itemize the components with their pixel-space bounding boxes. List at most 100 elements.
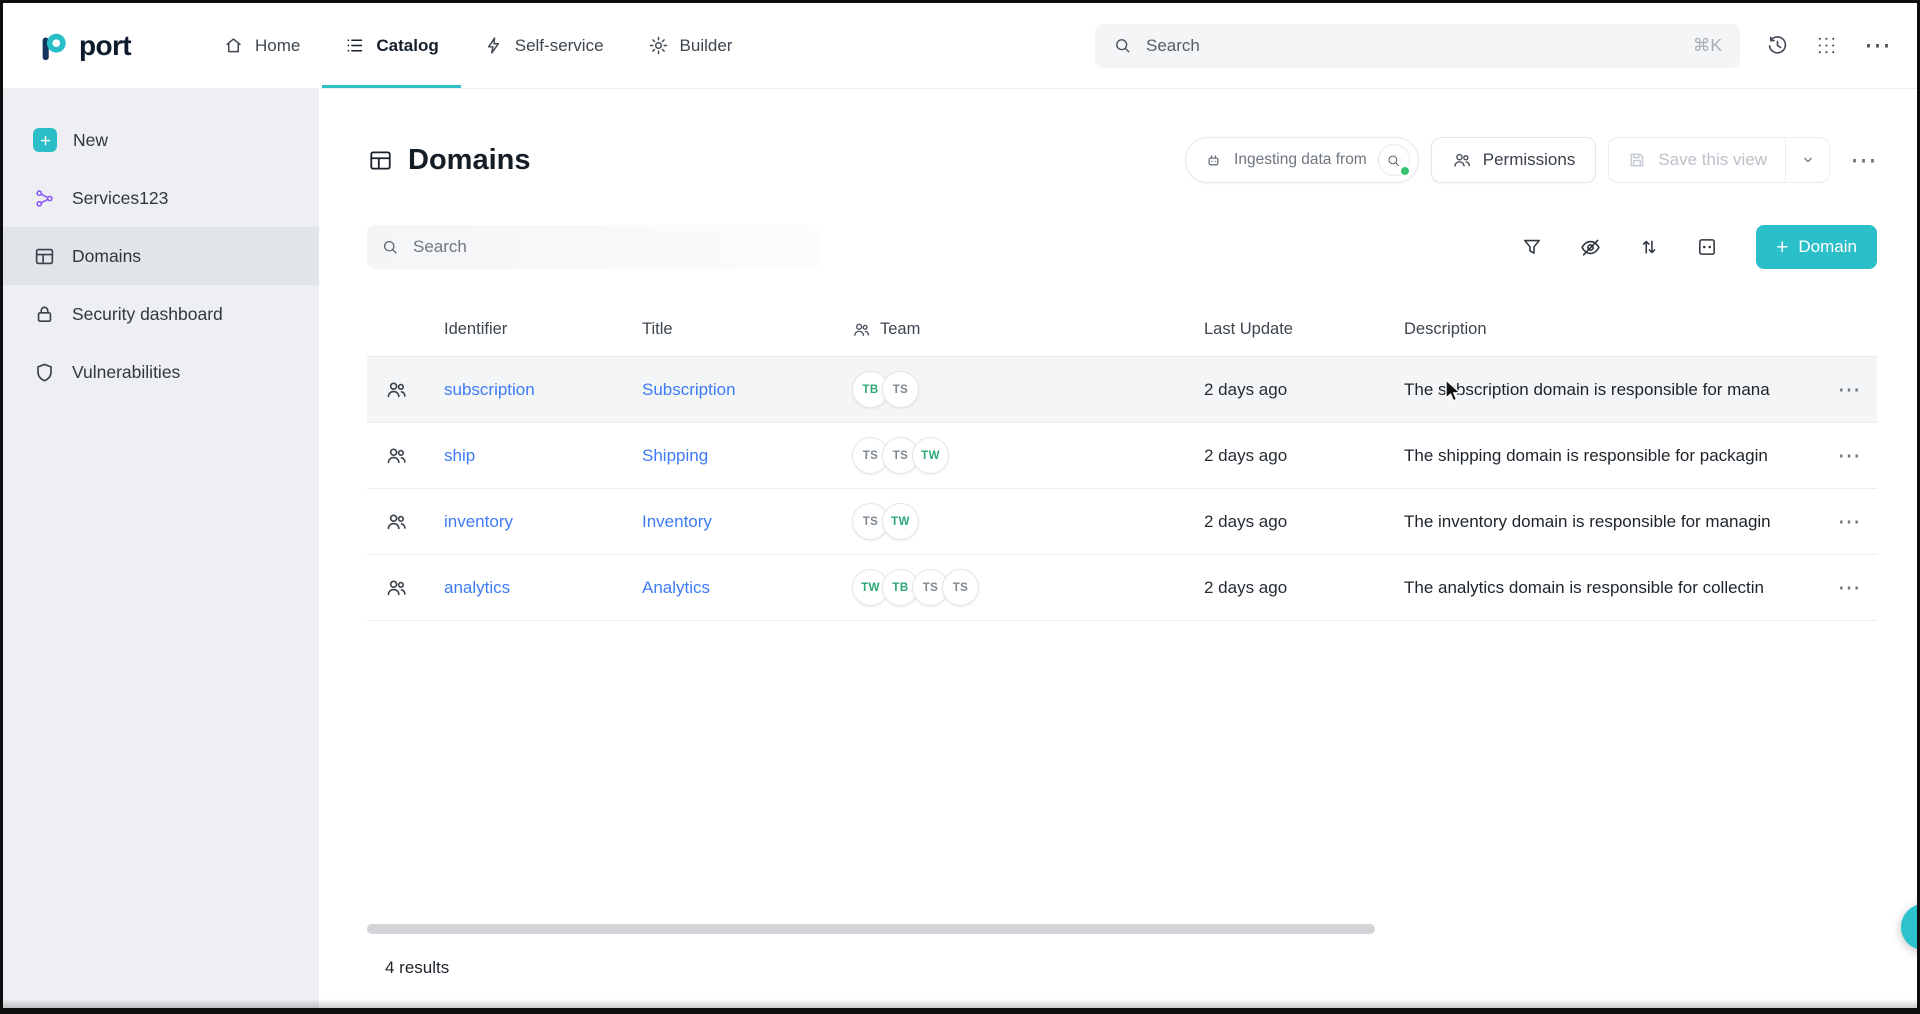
row-more-button[interactable]: ⋯ bbox=[1821, 576, 1877, 599]
brand-wordmark: port bbox=[79, 30, 131, 62]
sidebar-item-domains[interactable]: Domains bbox=[3, 227, 319, 285]
sidebar-item-vulnerabilities[interactable]: Vulnerabilities bbox=[3, 343, 319, 401]
global-search[interactable]: ⌘ K bbox=[1095, 24, 1740, 68]
nav-builder-label: Builder bbox=[680, 36, 733, 56]
save-icon bbox=[1627, 150, 1647, 170]
apps-grid-icon bbox=[1815, 34, 1838, 57]
status-green-dot bbox=[1399, 165, 1411, 177]
group-icon bbox=[1696, 236, 1718, 258]
sidebar-item-label: Security dashboard bbox=[72, 304, 223, 325]
description-cell: The analytics domain is responsible for … bbox=[1404, 578, 1821, 598]
column-header-description[interactable]: Description bbox=[1404, 320, 1821, 339]
domain-icon bbox=[385, 378, 408, 401]
row-more-button[interactable]: ⋯ bbox=[1821, 444, 1877, 467]
nav-home[interactable]: Home bbox=[201, 3, 322, 88]
save-view-group: Save this view bbox=[1608, 137, 1830, 183]
people-icon bbox=[1452, 150, 1472, 170]
title-link[interactable]: Shipping bbox=[642, 446, 708, 465]
ingesting-data-button[interactable]: Ingesting data from bbox=[1185, 137, 1419, 183]
column-header-team[interactable]: Team bbox=[852, 320, 1204, 339]
save-view-dropdown-button[interactable] bbox=[1785, 138, 1829, 182]
results-count: 4 results bbox=[385, 958, 1877, 978]
column-header-last-update[interactable]: Last Update bbox=[1204, 320, 1404, 339]
table-row[interactable]: ship Shipping TS TS TW 2 days ago The sh… bbox=[367, 423, 1877, 489]
table-search[interactable] bbox=[367, 225, 819, 269]
history-button[interactable] bbox=[1766, 34, 1789, 57]
nav-catalog-label: Catalog bbox=[376, 36, 438, 56]
column-header-title[interactable]: Title bbox=[642, 320, 852, 339]
table-icon bbox=[33, 245, 56, 268]
top-navigation: Home Catalog Self-service Builder bbox=[201, 3, 754, 88]
port-logo[interactable]: port bbox=[37, 3, 131, 88]
sort-button[interactable] bbox=[1638, 236, 1660, 258]
filter-icon bbox=[1521, 236, 1543, 258]
sidebar: New Services123 Domains Security dashboa… bbox=[3, 89, 319, 1008]
nav-catalog[interactable]: Catalog bbox=[322, 3, 460, 88]
table-row[interactable]: inventory Inventory TS TW 2 days ago The… bbox=[367, 489, 1877, 555]
row-more-button[interactable]: ⋯ bbox=[1821, 510, 1877, 533]
hide-columns-button[interactable] bbox=[1579, 236, 1602, 259]
domain-icon bbox=[385, 576, 408, 599]
column-header-identifier[interactable]: Identifier bbox=[444, 320, 642, 339]
table-icon bbox=[367, 147, 394, 174]
exporter-status-badge bbox=[1378, 144, 1410, 176]
save-view-button[interactable]: Save this view bbox=[1609, 138, 1785, 182]
last-update-cell: 2 days ago bbox=[1204, 446, 1404, 466]
page-title-text: Domains bbox=[408, 144, 530, 177]
last-update-cell: 2 days ago bbox=[1204, 578, 1404, 598]
nav-self-service[interactable]: Self-service bbox=[461, 3, 626, 88]
identifier-link[interactable]: inventory bbox=[444, 512, 513, 531]
add-domain-button[interactable]: + Domain bbox=[1756, 225, 1877, 269]
global-search-input[interactable] bbox=[1144, 35, 1681, 57]
table-row[interactable]: analytics Analytics TW TB TS TS 2 days a… bbox=[367, 555, 1877, 621]
nav-self-service-label: Self-service bbox=[515, 36, 604, 56]
domain-icon bbox=[385, 444, 408, 467]
domains-table: Identifier Title Team Last Update Descri… bbox=[367, 303, 1877, 621]
catalog-icon bbox=[344, 35, 365, 56]
identifier-link[interactable]: analytics bbox=[444, 578, 510, 597]
horizontal-scrollbar[interactable] bbox=[367, 924, 1375, 934]
content-spacer bbox=[367, 621, 1877, 924]
sidebar-item-services123[interactable]: Services123 bbox=[3, 169, 319, 227]
app-window: port Home Catalog Self-service Builder bbox=[0, 0, 1920, 1014]
avatar[interactable]: TS bbox=[942, 569, 979, 606]
table-header-row: Identifier Title Team Last Update Descri… bbox=[367, 303, 1877, 357]
chevron-down-icon bbox=[1798, 150, 1818, 170]
title-link[interactable]: Subscription bbox=[642, 380, 736, 399]
gear-icon bbox=[648, 35, 669, 56]
avatar[interactable]: TS bbox=[882, 371, 919, 408]
eye-off-icon bbox=[1579, 236, 1602, 259]
team-cell: TS TW bbox=[852, 503, 1204, 540]
table-row[interactable]: subscription Subscription TB TS 2 days a… bbox=[367, 357, 1877, 423]
row-more-button[interactable]: ⋯ bbox=[1821, 378, 1877, 401]
identifier-link[interactable]: subscription bbox=[444, 380, 535, 399]
topbar-more-button[interactable]: ⋯ bbox=[1864, 32, 1891, 59]
services-icon bbox=[33, 187, 56, 210]
avatar[interactable]: TW bbox=[882, 503, 919, 540]
permissions-label: Permissions bbox=[1483, 150, 1576, 170]
avatar[interactable]: TW bbox=[912, 437, 949, 474]
page-title: Domains bbox=[367, 144, 530, 177]
column-header-team-label: Team bbox=[880, 320, 920, 339]
identifier-link[interactable]: ship bbox=[444, 446, 475, 465]
ingesting-data-label: Ingesting data from bbox=[1234, 151, 1367, 169]
history-icon bbox=[1766, 34, 1789, 57]
sidebar-item-label: New bbox=[73, 130, 108, 151]
group-by-button[interactable] bbox=[1696, 236, 1718, 258]
page-more-button[interactable]: ⋯ bbox=[1850, 147, 1877, 174]
sidebar-item-label: Domains bbox=[72, 246, 141, 267]
nav-builder[interactable]: Builder bbox=[626, 3, 755, 88]
team-cell: TS TS TW bbox=[852, 437, 1204, 474]
sidebar-item-security-dashboard[interactable]: Security dashboard bbox=[3, 285, 319, 343]
sidebar-item-new[interactable]: New bbox=[3, 111, 319, 169]
filter-button[interactable] bbox=[1521, 236, 1543, 258]
plus-icon: + bbox=[1776, 237, 1788, 258]
sidebar-item-label: Services123 bbox=[72, 188, 168, 209]
description-cell: The inventory domain is responsible for … bbox=[1404, 512, 1821, 532]
apps-button[interactable] bbox=[1815, 34, 1838, 57]
permissions-button[interactable]: Permissions bbox=[1431, 137, 1597, 183]
table-search-input[interactable] bbox=[411, 236, 805, 258]
title-link[interactable]: Inventory bbox=[642, 512, 712, 531]
title-link[interactable]: Analytics bbox=[642, 578, 710, 597]
nav-home-label: Home bbox=[255, 36, 300, 56]
